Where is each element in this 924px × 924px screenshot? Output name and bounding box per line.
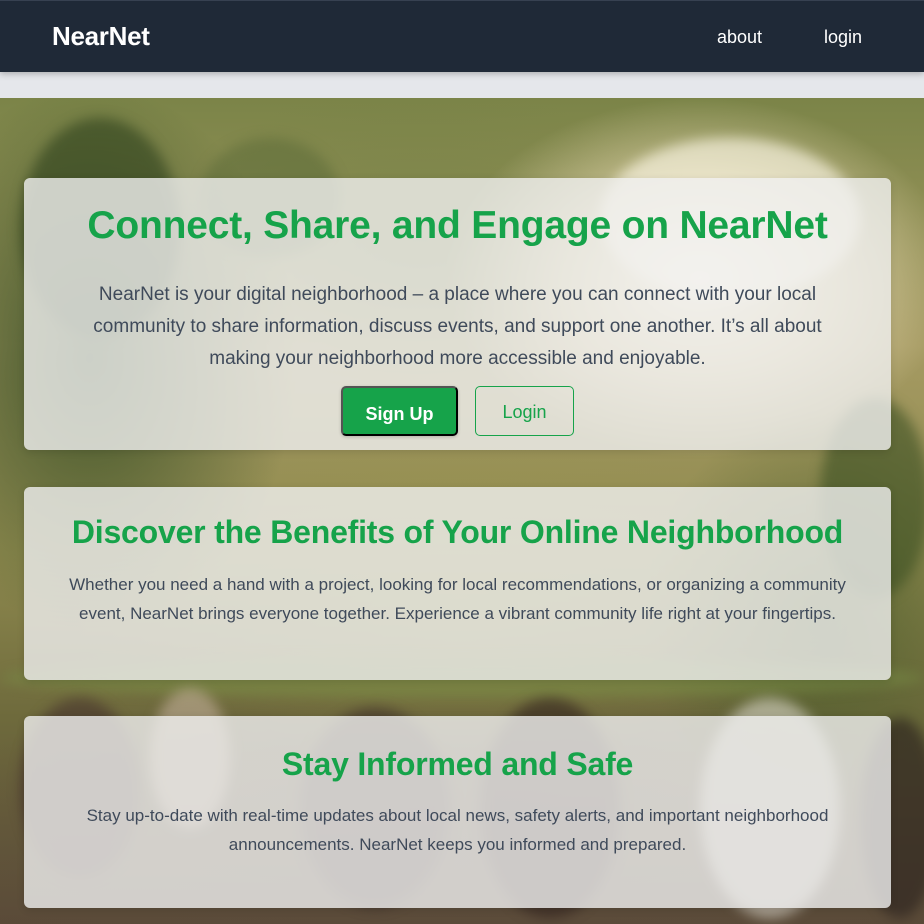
sign-up-button[interactable]: Sign Up: [341, 386, 458, 436]
safety-card: Stay Informed and Safe Stay up-to-date w…: [24, 716, 891, 908]
safety-description: Stay up-to-date with real-time updates a…: [86, 806, 829, 854]
header-spacer: [0, 72, 924, 98]
login-button[interactable]: Login: [475, 386, 574, 436]
hero-description: NearNet is your digital neighborhood – a…: [93, 284, 822, 369]
nav-link-login[interactable]: login: [824, 27, 862, 48]
nav-link-about[interactable]: about: [717, 27, 762, 48]
hero-button-row: Sign Up Login: [24, 386, 891, 436]
benefits-card: Discover the Benefits of Your Online Nei…: [24, 487, 891, 680]
brand-logo[interactable]: NearNet: [52, 21, 150, 52]
hero-card: Connect, Share, and Engage on NearNet Ne…: [24, 178, 891, 450]
top-navbar: NearNet about login: [0, 0, 924, 72]
benefits-title: Discover the Benefits of Your Online Nei…: [71, 514, 844, 550]
safety-title: Stay Informed and Safe: [281, 746, 634, 782]
hero-title: Connect, Share, and Engage on NearNet: [87, 204, 828, 247]
benefits-description: Whether you need a hand with a project, …: [69, 575, 846, 623]
